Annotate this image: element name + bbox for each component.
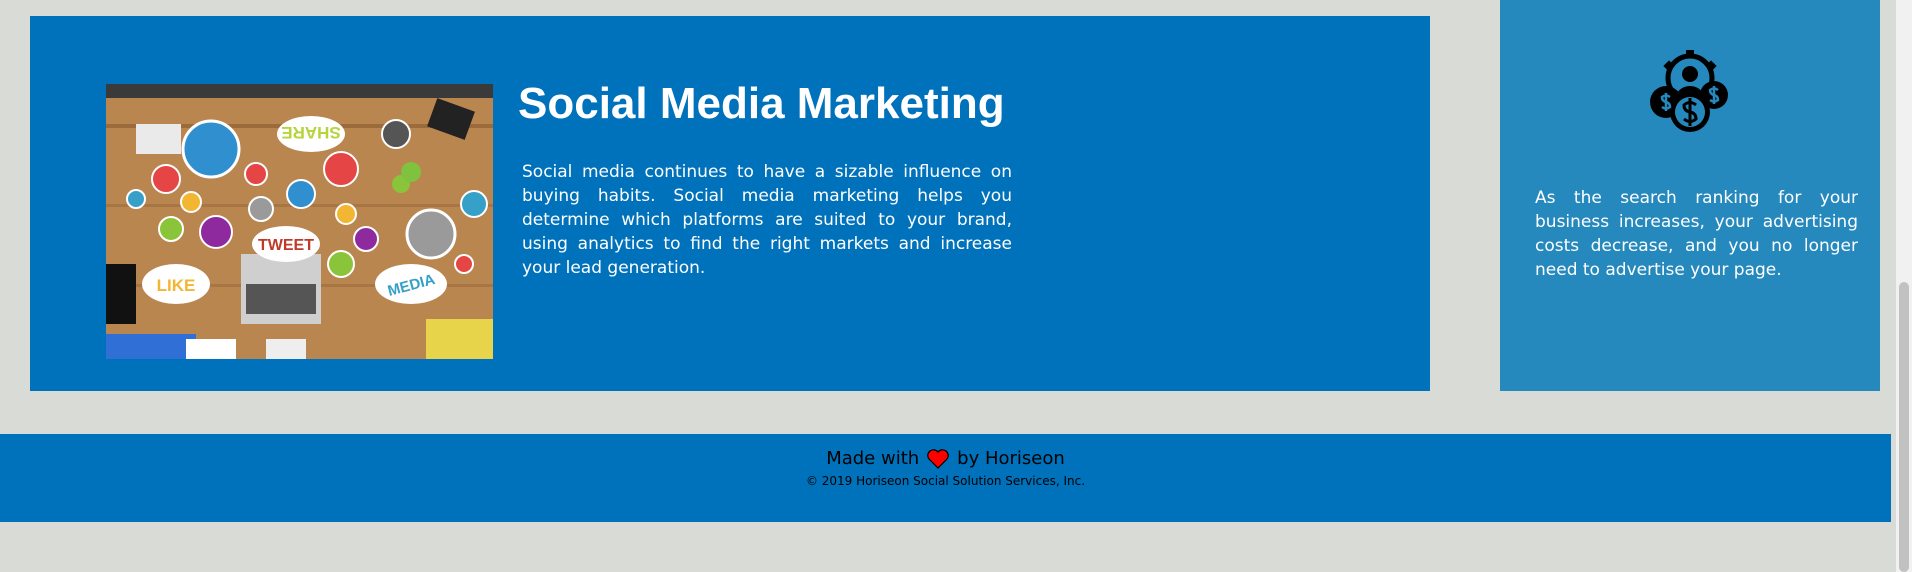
footer-credit: Made with by Horiseon — [0, 448, 1891, 469]
social-media-marketing-image: SHARE TWEET LIKE MEDIA — [106, 84, 493, 359]
page-footer: Made with by Horiseon © 2019 Horiseon So… — [0, 434, 1891, 522]
cost-management-icon — [1650, 50, 1728, 132]
cost-management-panel: As the search ranking for your business … — [1500, 0, 1880, 391]
social-media-illustration: SHARE TWEET LIKE MEDIA — [106, 84, 493, 359]
footer-made-prefix: Made with — [826, 448, 920, 469]
card-title: Social Media Marketing — [518, 79, 1005, 128]
tweet-bubble-text: TWEET — [258, 237, 314, 254]
vertical-scrollbar[interactable] — [1896, 0, 1912, 572]
social-media-marketing-card: SHARE TWEET LIKE MEDIA Social Media Mark… — [30, 16, 1430, 391]
card-description: Social media continues to have a sizable… — [522, 162, 1012, 278]
scrollbar-thumb[interactable] — [1899, 282, 1909, 572]
heart-icon — [927, 448, 949, 469]
share-bubble-text: SHARE — [281, 123, 341, 142]
footer-made-suffix: by Horiseon — [957, 448, 1065, 469]
cost-management-text: As the search ranking for your business … — [1535, 188, 1858, 280]
like-bubble-text: LIKE — [157, 276, 196, 295]
footer-copyright: © 2019 Horiseon Social Solution Services… — [805, 474, 1086, 488]
